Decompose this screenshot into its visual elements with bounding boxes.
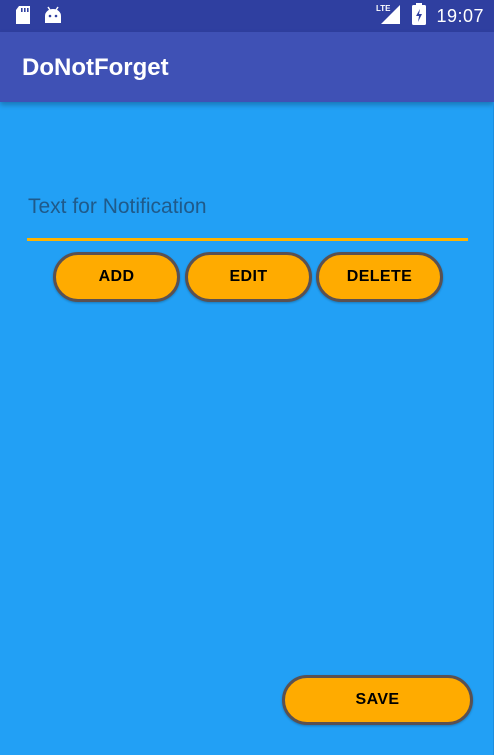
battery-charging-icon bbox=[412, 2, 427, 30]
network-type-label: LTE bbox=[376, 4, 391, 13]
sd-card-icon bbox=[16, 6, 30, 29]
save-button[interactable]: SAVE bbox=[282, 675, 473, 725]
notification-text-input[interactable] bbox=[27, 160, 468, 240]
edit-button[interactable]: EDIT bbox=[185, 252, 312, 302]
app-toolbar: DoNotForget bbox=[0, 32, 494, 102]
status-left-icons bbox=[16, 6, 62, 29]
android-icon bbox=[44, 6, 62, 29]
status-right-icons: LTE 19:07 bbox=[376, 2, 484, 30]
app-title: DoNotForget bbox=[22, 54, 169, 81]
delete-button[interactable]: DELETE bbox=[316, 252, 443, 302]
notification-text-field bbox=[27, 160, 468, 242]
app-screen: LTE 19:07 DoNotForget ADD EDIT DELETE SA… bbox=[0, 0, 494, 755]
add-button[interactable]: ADD bbox=[53, 252, 180, 302]
lte-signal-icon: LTE bbox=[376, 3, 402, 30]
status-bar: LTE 19:07 bbox=[0, 0, 494, 32]
text-field-underline bbox=[27, 238, 468, 241]
status-time: 19:07 bbox=[436, 5, 484, 26]
